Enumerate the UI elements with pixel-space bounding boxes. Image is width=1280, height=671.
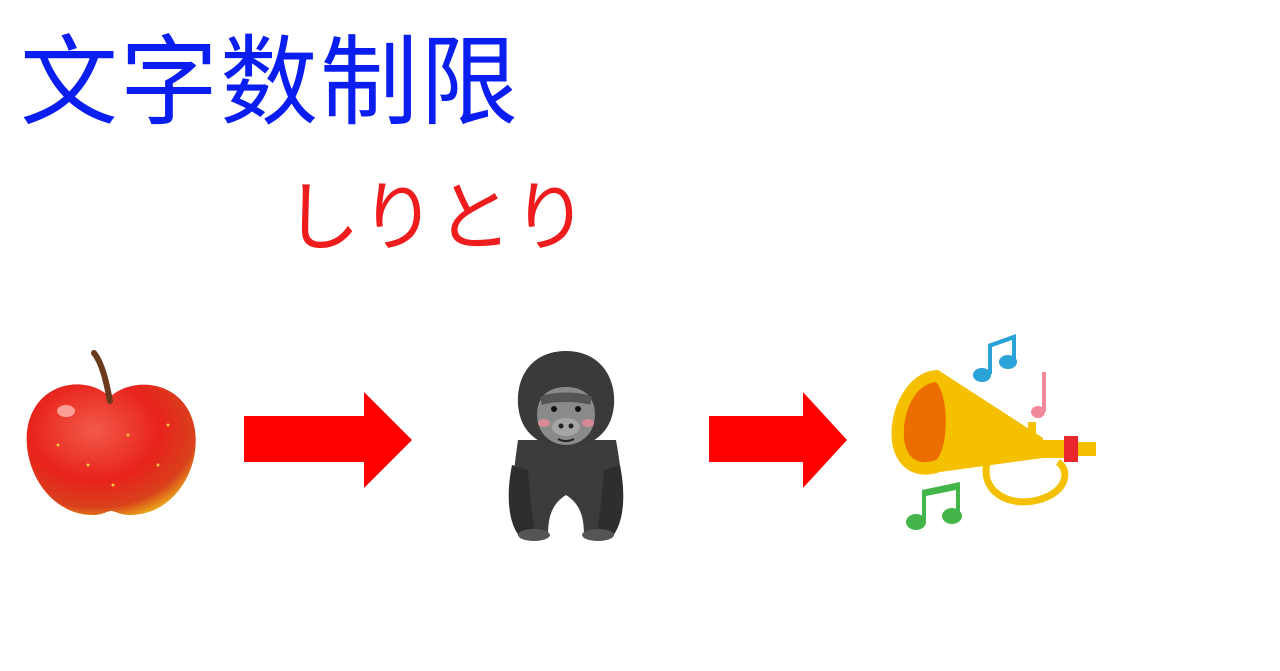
subtitle: しりとり (284, 173, 588, 262)
arrow-right-icon (244, 392, 412, 488)
page-title: 文字数制限 (20, 26, 521, 140)
gorilla-icon (508, 351, 624, 541)
apple-icon (26, 350, 196, 516)
trumpet-icon (891, 334, 1096, 530)
arrow-right-icon (709, 392, 847, 488)
